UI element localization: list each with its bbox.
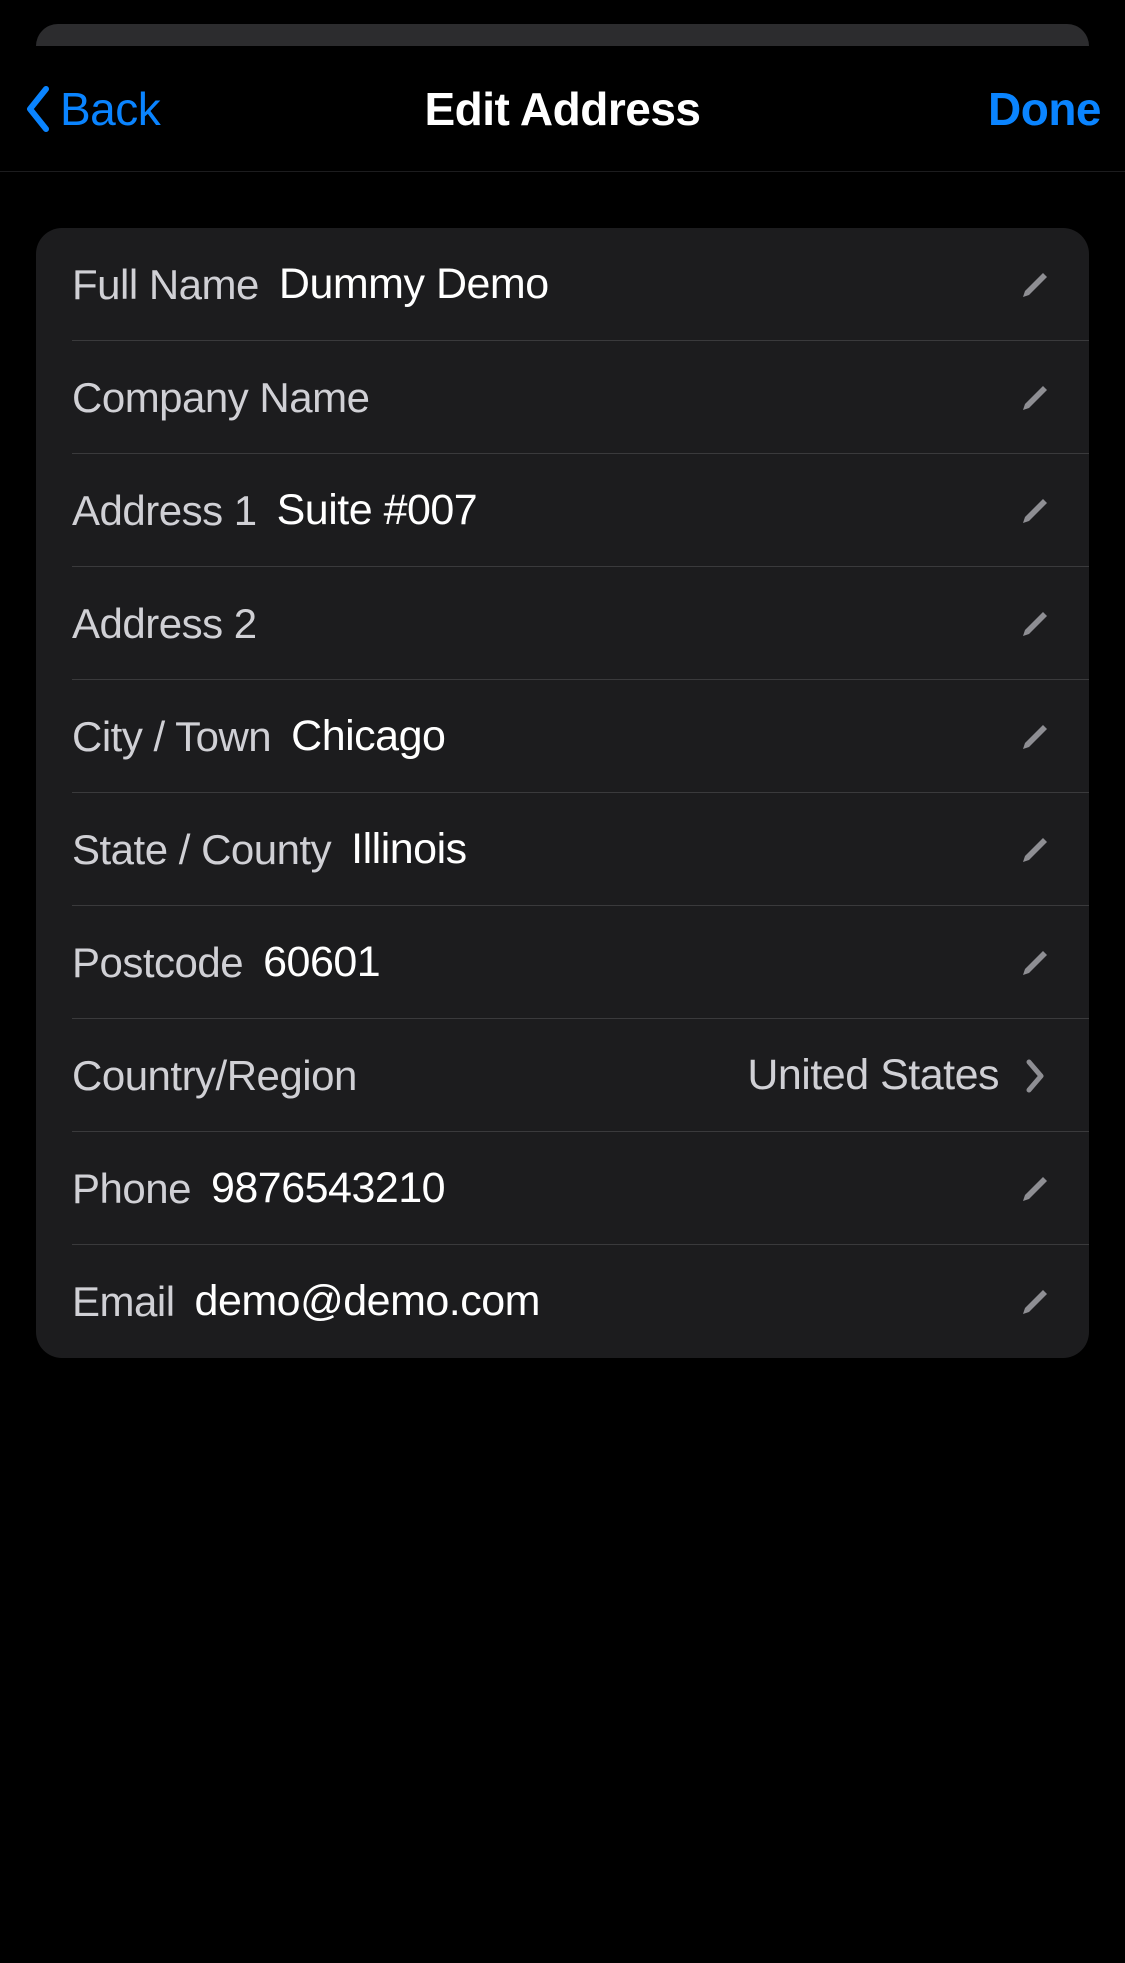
address-1-row[interactable]: Address 1 Suite #007 [36, 454, 1089, 567]
address-1-value: Suite #007 [277, 486, 1011, 535]
pencil-icon [1011, 261, 1059, 309]
country-label: Country/Region [72, 1052, 357, 1100]
email-row[interactable]: Email demo@demo.com [36, 1245, 1089, 1358]
full-name-value: Dummy Demo [279, 260, 1011, 309]
city-row[interactable]: City / Town Chicago [36, 680, 1089, 793]
country-row[interactable]: Country/Region United States [36, 1019, 1089, 1132]
sheet-grabber[interactable] [36, 24, 1089, 46]
phone-value: 9876543210 [211, 1164, 1011, 1213]
state-label: State / County [72, 826, 331, 874]
country-value: United States [357, 1051, 999, 1100]
pencil-icon [1011, 713, 1059, 761]
full-name-row[interactable]: Full Name Dummy Demo [36, 228, 1089, 341]
pencil-icon [1011, 1165, 1059, 1213]
pencil-icon [1011, 826, 1059, 874]
city-label: City / Town [72, 713, 271, 761]
pencil-icon [1011, 487, 1059, 535]
postcode-label: Postcode [72, 939, 243, 987]
email-value: demo@demo.com [195, 1277, 1011, 1326]
company-name-row[interactable]: Company Name [36, 341, 1089, 454]
address-2-row[interactable]: Address 2 [36, 567, 1089, 680]
page-title: Edit Address [424, 82, 700, 136]
state-value: Illinois [351, 825, 1011, 874]
pencil-icon [1011, 600, 1059, 648]
company-name-label: Company Name [72, 374, 369, 422]
email-label: Email [72, 1278, 175, 1326]
city-value: Chicago [291, 712, 1011, 761]
done-label: Done [988, 83, 1101, 135]
address-form-card: Full Name Dummy Demo Company Name Addres… [36, 228, 1089, 1358]
address-1-label: Address 1 [72, 487, 257, 535]
pencil-icon [1011, 939, 1059, 987]
back-button[interactable]: Back [24, 82, 224, 136]
phone-label: Phone [72, 1165, 191, 1213]
address-2-label: Address 2 [72, 600, 257, 648]
chevron-left-icon [24, 85, 52, 133]
full-name-label: Full Name [72, 261, 259, 309]
postcode-value: 60601 [263, 938, 1011, 987]
postcode-row[interactable]: Postcode 60601 [36, 906, 1089, 1019]
state-row[interactable]: State / County Illinois [36, 793, 1089, 906]
navigation-bar: Back Edit Address Done [0, 46, 1125, 172]
back-label: Back [60, 82, 160, 136]
done-button[interactable]: Done [901, 82, 1101, 136]
phone-row[interactable]: Phone 9876543210 [36, 1132, 1089, 1245]
chevron-right-icon [1011, 1052, 1059, 1100]
pencil-icon [1011, 374, 1059, 422]
pencil-icon [1011, 1278, 1059, 1326]
